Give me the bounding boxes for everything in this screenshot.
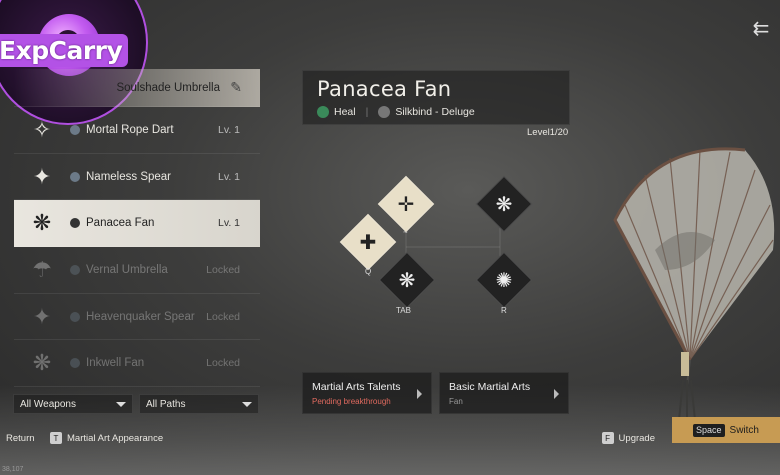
silkbind-icon <box>378 106 391 118</box>
weapon-level: Locked <box>206 357 240 370</box>
heal-icon <box>317 106 329 118</box>
heal-skill-icon: ✚ <box>359 231 377 254</box>
basic-martial-arts-card[interactable]: Basic Martial Arts Fan <box>439 372 569 414</box>
weapon-type-icon <box>70 311 80 322</box>
fan-icon: ❋ <box>32 350 52 376</box>
page-title: Panacea Fan <box>317 77 452 101</box>
weapon-type-icon <box>70 264 80 275</box>
upgrade-button[interactable]: F Upgrade <box>601 432 655 444</box>
paths-filter-label: All Paths <box>146 398 186 410</box>
weapon-name: Soulshade Umbrella <box>116 81 220 94</box>
tag-separator: | <box>365 106 369 118</box>
weapon-level: Lv. 1 <box>218 123 240 136</box>
brush-icon: ✎ <box>230 79 242 95</box>
card-title: Basic Martial Arts <box>449 381 531 393</box>
weapon-row-vernal-umbrella[interactable]: ☂ Vernal Umbrella Locked <box>14 247 260 294</box>
filters: All Weapons All Paths <box>13 394 259 414</box>
block-skill-icon: ✛ <box>397 193 415 216</box>
weapon-row-panacea-fan[interactable]: ❋ Panacea Fan Lv. 1 <box>14 200 260 248</box>
weapon-header: Panacea Fan Heal | Silkbind - Deluge <box>302 70 570 125</box>
fan-skill-icon: ❋ <box>398 269 416 292</box>
weapon-type-icon <box>70 171 80 182</box>
key-label-r: R <box>501 306 507 315</box>
weapon-level: Locked <box>206 263 240 276</box>
weapon-row-soulshade-umbrella[interactable]: Soulshade Umbrella ✎ <box>14 69 260 107</box>
level-indicator: Level1/20 <box>527 127 569 138</box>
back-arrow-icon[interactable]: ⇇ <box>748 16 774 40</box>
martial-arts-talents-card[interactable]: Martial Arts Talents Pending breakthroug… <box>302 372 432 414</box>
weapon-type-icon <box>70 124 80 135</box>
switch-label: Switch <box>729 424 759 436</box>
weapon-type-icon <box>70 358 80 369</box>
coords-readout: 38,107 <box>2 466 24 473</box>
weapon-type-icon <box>70 218 80 229</box>
chevron-right-icon <box>554 389 559 399</box>
spear-icon: ✦ <box>32 163 52 189</box>
weapon-row-heavenquaker-spear[interactable]: ✦ Heavenquaker Spear Locked <box>14 294 260 341</box>
weapon-name: Heavenquaker Spear <box>86 310 195 323</box>
weapon-level: Lv. 1 <box>218 217 240 230</box>
weapon-name: Panacea Fan <box>86 217 155 230</box>
logo-text: ExpCarry <box>0 34 129 67</box>
weapon-level: Locked <box>206 310 240 323</box>
fan-burst-icon: ✺ <box>495 269 513 292</box>
fan-icon: ❋ <box>32 210 52 236</box>
card-title: Martial Arts Talents <box>312 381 401 393</box>
key-label-q: Q <box>365 267 372 276</box>
umbrella-icon <box>22 70 62 106</box>
fan-artwork <box>613 147 775 420</box>
key-label-tilde: ~ <box>403 228 408 237</box>
card-subtitle: Pending breakthrough <box>312 397 391 406</box>
weapon-row-nameless-spear[interactable]: ✦ Nameless Spear Lv. 1 <box>14 154 260 201</box>
weapon-tags: Heal | Silkbind - Deluge <box>317 106 555 118</box>
spear-icon: ✦ <box>32 303 52 329</box>
tag-silkbind: Silkbind - Deluge <box>395 106 475 118</box>
weapon-row-mortal-rope-dart[interactable]: ✧ Mortal Rope Dart Lv. 1 <box>14 107 260 154</box>
weapon-name: Mortal Rope Dart <box>86 123 174 136</box>
appearance-label: Martial Art Appearance <box>67 432 164 444</box>
chevron-right-icon <box>417 389 422 399</box>
key-f: F <box>601 432 614 444</box>
switch-button[interactable]: Space Switch <box>672 417 780 443</box>
weapons-filter-label: All Weapons <box>20 398 76 410</box>
rope-dart-icon: ✧ <box>32 116 52 142</box>
chevron-down-icon <box>242 401 252 407</box>
weapon-name: Inkwell Fan <box>86 357 145 370</box>
weapon-level: Lv. 1 <box>218 170 240 183</box>
key-t: T <box>50 432 62 444</box>
key-label-tab: TAB <box>396 306 411 315</box>
weapon-list: Soulshade Umbrella ✎ ✧ Mortal Rope Dart … <box>14 69 260 388</box>
return-button[interactable]: Return <box>6 433 35 444</box>
fan-open-icon: ❋ <box>495 193 513 216</box>
weapon-name: Vernal Umbrella <box>86 263 168 276</box>
bottom-bar: Return T Martial Art Appearance F Upgrad… <box>0 417 780 449</box>
weapon-row-inkwell-fan[interactable]: ❋ Inkwell Fan Locked <box>14 340 260 388</box>
weapon-name: Nameless Spear <box>86 170 172 183</box>
card-subtitle: Fan <box>449 397 463 406</box>
paths-filter-dropdown[interactable]: All Paths <box>139 394 259 414</box>
umbrella-icon: ☂ <box>32 256 52 282</box>
tag-heal: Heal <box>334 106 356 118</box>
upgrade-label: Upgrade <box>618 432 655 444</box>
martial-art-appearance-button[interactable]: T Martial Art Appearance <box>50 432 163 444</box>
chevron-down-icon <box>116 401 126 407</box>
weapons-filter-dropdown[interactable]: All Weapons <box>13 394 133 414</box>
key-space: Space <box>693 423 725 437</box>
